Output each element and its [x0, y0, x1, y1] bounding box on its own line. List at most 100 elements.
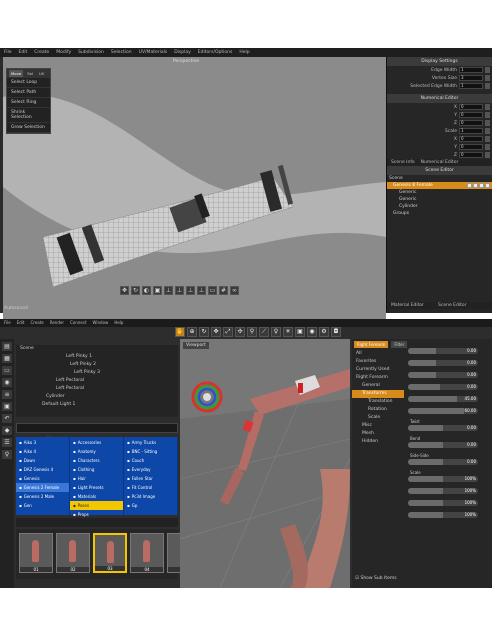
- scene-node-row[interactable]: Cylinder: [16, 393, 178, 401]
- property-group[interactable]: Translation: [352, 398, 404, 406]
- tab-scene-editor[interactable]: Scene Editor: [438, 303, 466, 308]
- library-folder[interactable]: ▪ Fallen Star: [124, 474, 177, 483]
- menu-item-editorsoptions[interactable]: Editors/Options: [198, 50, 233, 55]
- menu2-item-render[interactable]: Render: [50, 320, 64, 326]
- axis-y-icon[interactable]: ⊥: [175, 286, 184, 295]
- scene-node-row[interactable]: Left Pectoral: [16, 385, 178, 393]
- light-icon[interactable]: ☀: [283, 327, 293, 337]
- library-folder[interactable]: ▪ Aiko 3: [16, 438, 69, 447]
- property-group[interactable]: Mesh: [352, 430, 404, 438]
- library-folder[interactable]: ▪ Hair: [70, 474, 123, 483]
- pose-thumbnail[interactable]: 03: [93, 533, 127, 573]
- sel-mode-button[interactable]: Sel: [25, 70, 35, 77]
- slider-value[interactable]: 0.00: [467, 425, 476, 431]
- slider-track[interactable]: 100%: [408, 500, 478, 506]
- property-group[interactable]: Favorites: [352, 358, 404, 366]
- filter-tab[interactable]: Filter: [391, 341, 408, 348]
- property-value-field[interactable]: 0: [459, 104, 483, 110]
- library-folder[interactable]: ▪ Characters: [70, 456, 123, 465]
- scene-node-row[interactable]: Scene: [16, 345, 178, 353]
- property-group[interactable]: Right Forearm: [352, 374, 404, 382]
- library-folder[interactable]: ▪ Everyday: [124, 465, 177, 474]
- perspective-viewport[interactable]: Perspective Move Sel UV Select Loop Sele…: [3, 57, 386, 353]
- parameter-slider[interactable]: 0.00: [408, 459, 478, 467]
- slider-value[interactable]: 0.00: [467, 442, 476, 448]
- tag-icon[interactable]: ◆: [2, 426, 12, 435]
- node-select-icon[interactable]: ⊕: [187, 327, 197, 337]
- property-value-field[interactable]: 0: [459, 136, 483, 142]
- library-folder[interactable]: ▪ Army Trucks: [124, 438, 177, 447]
- universal-icon[interactable]: ✣: [235, 327, 245, 337]
- bone-icon[interactable]: ⟋: [259, 327, 269, 337]
- parameter-slider[interactable]: 100%: [408, 500, 478, 508]
- viewport-3d[interactable]: Viewport: [180, 339, 350, 588]
- parameter-slider[interactable]: 0.00: [408, 360, 478, 368]
- arm-mesh[interactable]: [3, 77, 386, 307]
- move-tool-icon[interactable]: ✥: [120, 286, 129, 295]
- tab-scene-info[interactable]: Scene Info: [391, 160, 415, 165]
- slider-track[interactable]: 45.00: [408, 396, 478, 402]
- property-value-field[interactable]: 0: [459, 112, 483, 118]
- slider-value[interactable]: 0.00: [467, 372, 476, 378]
- node-tab[interactable]: Right Forearm: [354, 341, 389, 348]
- shading-icon[interactable]: ◐: [142, 286, 151, 295]
- slider-value[interactable]: 100%: [465, 488, 476, 494]
- library-folder[interactable]: ▪ Materials: [70, 492, 123, 501]
- menu2-item-connect[interactable]: Connect: [70, 320, 87, 326]
- parameter-slider[interactable]: 0.00: [408, 442, 478, 450]
- pose-thumbnail[interactable]: 04: [130, 533, 164, 573]
- property-value-field[interactable]: 0: [459, 120, 483, 126]
- property-group[interactable]: Hidden: [352, 438, 404, 446]
- menu-item-create[interactable]: Create: [34, 50, 49, 55]
- scene-node-row[interactable]: Left Pinky 2: [16, 361, 178, 369]
- pose-icon[interactable]: ♀: [2, 450, 12, 459]
- spinner-icon[interactable]: [485, 83, 490, 89]
- property-value-field[interactable]: 3: [459, 75, 483, 81]
- property-group[interactable]: General: [352, 382, 404, 390]
- joint-icon[interactable]: ⚲: [247, 327, 257, 337]
- spinner-icon[interactable]: [485, 128, 490, 134]
- slider-value[interactable]: 0.00: [467, 384, 476, 390]
- scene-editor-item[interactable]: Genesis 8 Female: [387, 182, 492, 189]
- uv-mode-button[interactable]: UV: [37, 70, 46, 77]
- axis-all-icon[interactable]: ⊥: [197, 286, 206, 295]
- library-folder[interactable]: ▪ Pc3d Image: [124, 492, 177, 501]
- library-folder[interactable]: ▪ Light Presets: [70, 483, 123, 492]
- rotate-icon[interactable]: ↻: [199, 327, 209, 337]
- menu2-item-window[interactable]: Window: [93, 320, 109, 326]
- slider-track[interactable]: 0.00: [408, 459, 478, 465]
- tab-material-editor[interactable]: Material Editor: [391, 303, 424, 308]
- property-group[interactable]: Rotation: [352, 406, 404, 414]
- axis-x-icon[interactable]: ⊥: [164, 286, 173, 295]
- link-icon[interactable]: ∞: [230, 286, 239, 295]
- property-group[interactable]: Transforms: [352, 390, 404, 398]
- menu2-item-help[interactable]: Help: [114, 320, 123, 326]
- library-folder[interactable]: ▪ Couch: [124, 456, 177, 465]
- scale-icon[interactable]: ⤢: [223, 327, 233, 337]
- library-folder[interactable]: ▪ Gen: [16, 501, 69, 510]
- library-folder[interactable]: ▪ Anatomy: [70, 447, 123, 456]
- spinner-icon[interactable]: [485, 120, 490, 126]
- show-subitems-checkbox[interactable]: ☑ Show Sub Items: [355, 576, 397, 581]
- render-icon[interactable]: ◉: [307, 327, 317, 337]
- translate-icon[interactable]: ✥: [211, 327, 221, 337]
- slider-track[interactable]: 0.00: [408, 360, 478, 366]
- library-folder[interactable]: ▪ Aiko 4: [16, 447, 69, 456]
- camera-icon-2[interactable]: ▣: [295, 327, 305, 337]
- menu-item-display[interactable]: Display: [174, 50, 191, 55]
- library-folder[interactable]: ▪ Genesis 2 Male: [16, 492, 69, 501]
- slider-value[interactable]: 100%: [465, 512, 476, 518]
- slider-track[interactable]: 0.00: [408, 372, 478, 378]
- scene-editor-item[interactable]: Groups: [387, 210, 492, 217]
- menu-item-file[interactable]: File: [4, 50, 12, 55]
- camera-icon[interactable]: ▭: [208, 286, 217, 295]
- list-icon[interactable]: ☰: [2, 438, 12, 447]
- parameter-slider[interactable]: 0.00: [408, 425, 478, 433]
- library-folder[interactable]: ▪ Dawn: [16, 456, 69, 465]
- scene-editor-item[interactable]: Generic: [387, 196, 492, 203]
- toggle-icon[interactable]: [485, 183, 490, 188]
- scene-node-row[interactable]: Left Pectoral: [16, 377, 178, 385]
- move-mode-button[interactable]: Move: [9, 70, 24, 77]
- slider-value[interactable]: 100%: [465, 500, 476, 506]
- menu-item-help[interactable]: Help: [239, 50, 249, 55]
